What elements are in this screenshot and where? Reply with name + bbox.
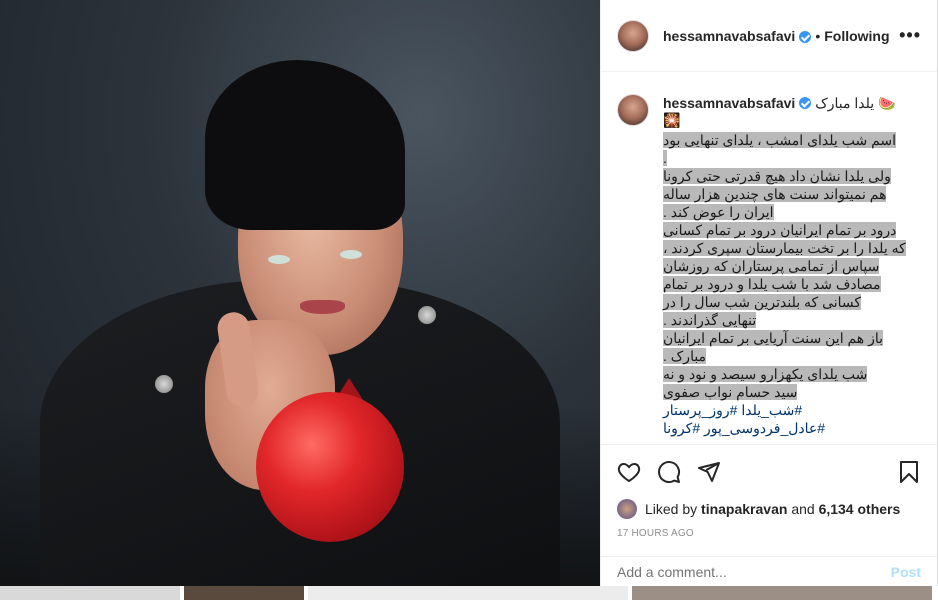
heart-icon[interactable] (617, 460, 641, 484)
hashtag-link[interactable]: #عادل_فردوسی_پور #کرونا (663, 419, 917, 437)
related-post-thumb[interactable] (0, 586, 180, 600)
caption-text: اسم شب یلدای امشب ، یلدای تنهایی بود . و… (663, 131, 917, 437)
caption-area: hessamnavabsafavi یلدا مبارک 🍉 🎇 اسم شب … (601, 72, 937, 444)
related-post-thumb[interactable] (632, 586, 932, 600)
watermelon-icon: 🍉 (878, 95, 896, 111)
post-photo[interactable] (0, 0, 600, 586)
likes-summary: Liked by tinapakravan and 6,134 others (601, 498, 937, 520)
photo-eye (268, 255, 290, 264)
liker-avatar[interactable] (617, 499, 637, 519)
caption-line: شب یلدای یکهزارو سیصد و نود و نه (663, 366, 868, 382)
share-icon[interactable] (697, 460, 721, 484)
related-post-thumb[interactable] (184, 586, 304, 600)
caption-line: باز هم این سنت آریایی بر تمام ایرانیان (663, 330, 883, 346)
comment-icon[interactable] (657, 460, 681, 484)
comment-input[interactable] (617, 563, 883, 580)
photo-hair (205, 60, 405, 230)
caption-line: که یلدا را بر تخت بیمارستان سپری کردند ، (663, 240, 906, 256)
caption-line: مصادف شد با شب یلدا و درود بر تمام (663, 276, 881, 292)
caption-title: یلدا مبارک (815, 95, 875, 111)
verified-badge-icon (799, 30, 812, 43)
caption-line: ایران را عوض کند . (663, 204, 774, 220)
liker-username[interactable]: tinapakravan (701, 501, 787, 517)
caption-line: ولی یلدا نشان داد هیچ قدرتی حتی کرونا (663, 168, 891, 184)
related-posts-strip (0, 586, 938, 600)
caption-username[interactable]: hessamnavabsafavi (663, 95, 795, 111)
post-header: hessamnavabsafavi • Following ••• (601, 0, 937, 72)
related-post-thumb[interactable] (308, 586, 628, 600)
post-comment-button[interactable]: Post (891, 564, 921, 580)
caption-line: سید حسام نواب صفوی (663, 384, 798, 400)
likes-conjunction: and (791, 501, 815, 517)
post-timestamp[interactable]: 17 HOURS AGO (601, 524, 937, 544)
caption-line: هم نمیتواند سنت های چندین هزار ساله (663, 186, 887, 202)
caption-line: اسم شب یلدای امشب ، یلدای تنهایی بود (663, 132, 897, 148)
fireworks-icon: 🎇 (663, 112, 681, 128)
hashtag-link[interactable]: #شب_یلدا #روز_پرستار (663, 401, 917, 419)
photo-pomegranate (256, 392, 404, 542)
avatar[interactable] (617, 94, 649, 126)
caption-line: تنهایی گذراندند . (663, 312, 757, 328)
avatar[interactable] (617, 19, 649, 52)
likes-prefix: Liked by (645, 501, 698, 517)
caption-line: درود بر تمام ایرانیان درود بر تمام کسانی (663, 222, 897, 238)
caption-line: سپاس از تمامی پرستاران که روزشان (663, 258, 880, 274)
jacket-button (155, 375, 173, 393)
following-button[interactable]: Following (824, 28, 889, 44)
caption-line: کسانی که بلندترین شب سال را در (663, 294, 862, 310)
comment-box: Post (601, 556, 937, 586)
likes-others-link[interactable]: 6,134 others (819, 501, 901, 517)
more-options-icon[interactable]: ••• (899, 25, 921, 46)
verified-badge-icon (799, 97, 812, 109)
header-separator: • (815, 27, 821, 44)
photo-mouth (300, 300, 345, 314)
caption-line: مبارک . (663, 348, 707, 364)
bookmark-icon[interactable] (897, 460, 921, 484)
photo-eye (340, 250, 362, 259)
header-username[interactable]: hessamnavabsafavi (663, 28, 795, 44)
action-bar (601, 444, 937, 498)
post-side-panel: hessamnavabsafavi • Following ••• hessam… (600, 0, 938, 586)
caption-line: . (663, 150, 667, 166)
jacket-button (418, 306, 436, 324)
